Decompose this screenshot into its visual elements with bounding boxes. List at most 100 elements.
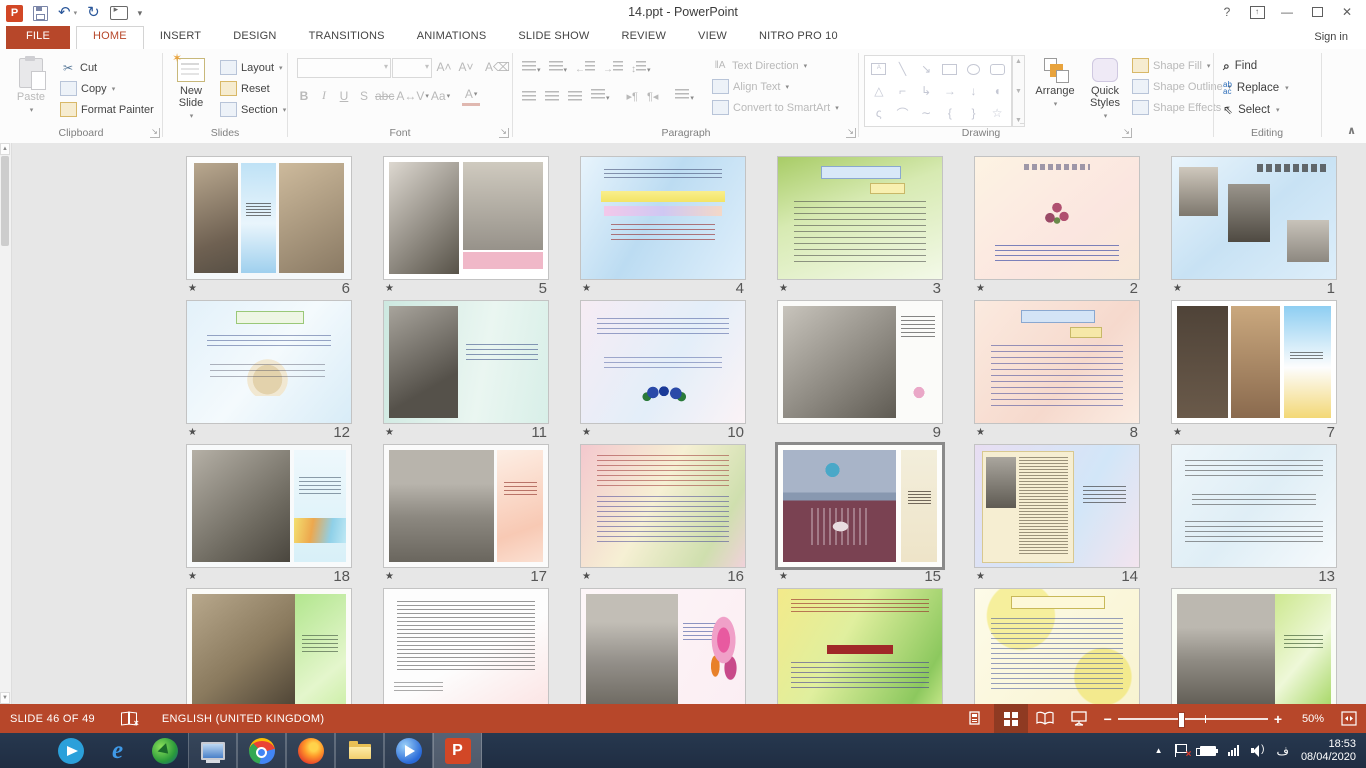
slide-thumbnail-1[interactable] bbox=[1171, 156, 1337, 280]
shapes-scroll-up-icon[interactable]: ▲ bbox=[1015, 58, 1022, 65]
shapes-scroll-down-icon[interactable]: ▼ bbox=[1015, 88, 1022, 95]
columns-button[interactable]: ▾ bbox=[675, 87, 694, 105]
battery-icon[interactable] bbox=[1200, 746, 1216, 756]
curve-shape-icon[interactable]: ∼ bbox=[914, 102, 938, 124]
drawing-dialog-launcher[interactable]: ↘ bbox=[1122, 128, 1132, 138]
slide-thumbnail-7[interactable] bbox=[1171, 300, 1337, 424]
slide-thumbnail-4[interactable] bbox=[580, 156, 746, 280]
slide-thumbnail-21[interactable] bbox=[777, 588, 943, 712]
font-size-combo[interactable] bbox=[392, 58, 432, 78]
play-animations-star-icon[interactable]: ★ bbox=[976, 427, 985, 438]
tab-design[interactable]: DESIGN bbox=[217, 26, 292, 49]
language-status[interactable]: ENGLISH (UNITED KINGDOM) bbox=[162, 713, 324, 725]
font-dialog-launcher[interactable]: ↘ bbox=[499, 128, 509, 138]
play-animations-star-icon[interactable]: ★ bbox=[385, 427, 394, 438]
slide-thumbnail-23[interactable] bbox=[383, 588, 549, 712]
down-arrow-shape-icon[interactable]: ↓ bbox=[962, 80, 986, 102]
ltr-direction-button[interactable]: ▸¶ bbox=[627, 90, 638, 103]
align-center-button[interactable] bbox=[545, 91, 559, 102]
play-animations-star-icon[interactable]: ★ bbox=[385, 571, 394, 582]
taskbar-powerpoint[interactable] bbox=[433, 733, 482, 768]
select-button[interactable]: ⇖Select▾ bbox=[1223, 99, 1289, 121]
scrollbar-thumb[interactable] bbox=[1, 156, 9, 246]
shapes-gallery-scrollbar[interactable]: ▲ ▼ ▼̲ bbox=[1012, 55, 1025, 127]
text-box-shape-icon[interactable]: A bbox=[871, 63, 886, 75]
bullets-button[interactable]: ▾ bbox=[522, 59, 541, 77]
paragraph-dialog-launcher[interactable]: ↘ bbox=[846, 128, 856, 138]
text-direction-button[interactable]: ‖AText Direction▾ bbox=[712, 55, 839, 76]
zoom-in-icon[interactable]: + bbox=[1274, 711, 1282, 727]
input-language-indicator[interactable]: ف bbox=[1276, 744, 1288, 758]
fit-slide-to-window-button[interactable] bbox=[1332, 704, 1366, 733]
play-animations-star-icon[interactable]: ★ bbox=[779, 283, 788, 294]
play-animations-star-icon[interactable]: ★ bbox=[1173, 283, 1182, 294]
bold-button[interactable]: B bbox=[295, 87, 313, 105]
character-spacing-button[interactable]: A↔V▾ bbox=[396, 87, 429, 105]
shapes-more-icon[interactable]: ▼̲ bbox=[1015, 117, 1022, 124]
tab-nitro-pro-10[interactable]: NITRO PRO 10 bbox=[743, 26, 854, 49]
align-left-button[interactable] bbox=[522, 91, 536, 102]
play-animations-star-icon[interactable]: ★ bbox=[1173, 427, 1182, 438]
elbow-shape-icon[interactable]: ⌐ bbox=[891, 80, 915, 102]
slide-thumbnail-17[interactable] bbox=[383, 444, 549, 568]
rectangle-shape-icon[interactable] bbox=[942, 64, 957, 75]
ribbon-display-options-button[interactable]: ↑ bbox=[1242, 1, 1272, 23]
play-animations-star-icon[interactable]: ★ bbox=[582, 571, 591, 582]
slide-thumbnail-16[interactable] bbox=[580, 444, 746, 568]
slide-thumbnail-14[interactable] bbox=[974, 444, 1140, 568]
paste-button[interactable]: Paste ▾ bbox=[6, 54, 56, 130]
section-button[interactable]: Section▾ bbox=[220, 99, 286, 120]
play-animations-star-icon[interactable]: ★ bbox=[779, 571, 788, 582]
close-button[interactable]: ✕ bbox=[1332, 1, 1362, 23]
normal-view-button[interactable] bbox=[960, 704, 994, 733]
play-animations-star-icon[interactable]: ★ bbox=[976, 283, 985, 294]
slide-thumbnail-15[interactable] bbox=[775, 442, 945, 570]
spellcheck-icon[interactable]: × bbox=[121, 712, 136, 725]
slide-thumbnail-10[interactable] bbox=[580, 300, 746, 424]
layout-button[interactable]: Layout▾ bbox=[220, 57, 286, 78]
line-spacing-button[interactable]: ↕▾ bbox=[631, 61, 651, 75]
scribble-shape-icon[interactable]: ς bbox=[867, 102, 891, 124]
play-animations-star-icon[interactable]: ★ bbox=[188, 283, 197, 294]
help-button[interactable]: ? bbox=[1212, 1, 1242, 23]
arrow-shape-icon[interactable]: ↘ bbox=[914, 58, 938, 80]
hidden-icons-chevron[interactable]: ▲ bbox=[1155, 746, 1163, 755]
scroll-up-icon[interactable]: ▲ bbox=[0, 143, 10, 155]
zoom-percentage[interactable]: 50% bbox=[1290, 713, 1324, 725]
decrease-font-size-button[interactable]: A˅ bbox=[457, 58, 475, 76]
tab-file[interactable]: FILE bbox=[6, 26, 70, 49]
action-center-flag-icon[interactable]: × bbox=[1174, 744, 1188, 758]
collapse-ribbon-button[interactable]: ∧ bbox=[1347, 124, 1356, 137]
rtl-direction-button[interactable]: ¶◂ bbox=[647, 90, 658, 103]
decrease-indent-button[interactable]: ← bbox=[575, 61, 595, 75]
taskbar-internet-explorer[interactable] bbox=[94, 733, 141, 768]
tab-review[interactable]: REVIEW bbox=[605, 26, 682, 49]
rounded-rectangle-shape-icon[interactable] bbox=[990, 64, 1005, 75]
italic-button[interactable]: I bbox=[315, 87, 333, 105]
tab-slide-show[interactable]: SLIDE SHOW bbox=[502, 26, 605, 49]
tab-home[interactable]: HOME bbox=[76, 26, 144, 50]
taskbar-chrome[interactable] bbox=[237, 733, 286, 768]
shapes-gallery[interactable]: A ╲ ↘ △ ⌐ ↳ → ↓ ◖ ς ⌒ ∼ { } ☆ bbox=[864, 55, 1012, 127]
play-animations-star-icon[interactable]: ★ bbox=[385, 283, 394, 294]
right-arrow-shape-icon[interactable]: → bbox=[938, 80, 962, 102]
slide-thumbnail-6[interactable] bbox=[186, 156, 352, 280]
tab-insert[interactable]: INSERT bbox=[144, 26, 217, 49]
numbering-button[interactable]: ▾ bbox=[549, 59, 568, 77]
scroll-down-icon[interactable]: ▼ bbox=[0, 692, 10, 704]
oval-shape-icon[interactable] bbox=[967, 64, 980, 75]
play-animations-star-icon[interactable]: ★ bbox=[582, 427, 591, 438]
slide-thumbnail-3[interactable] bbox=[777, 156, 943, 280]
copy-button[interactable]: Copy▾ bbox=[60, 78, 154, 99]
pie-shape-icon[interactable]: ◖ bbox=[985, 80, 1009, 102]
slide-thumbnail-19[interactable] bbox=[1171, 588, 1337, 712]
increase-indent-button[interactable]: → bbox=[603, 61, 623, 75]
taskbar-file-explorer[interactable] bbox=[335, 733, 384, 768]
sign-in-link[interactable]: Sign in bbox=[1314, 31, 1348, 43]
arrange-button[interactable]: Arrange ▾ bbox=[1030, 54, 1080, 130]
font-name-combo[interactable] bbox=[297, 58, 391, 78]
play-animations-star-icon[interactable]: ★ bbox=[976, 571, 985, 582]
slide-thumbnail-20[interactable] bbox=[974, 588, 1140, 712]
quick-styles-button[interactable]: Quick Styles ▾ bbox=[1080, 54, 1130, 130]
star-shape-icon[interactable]: ☆ bbox=[985, 102, 1009, 124]
